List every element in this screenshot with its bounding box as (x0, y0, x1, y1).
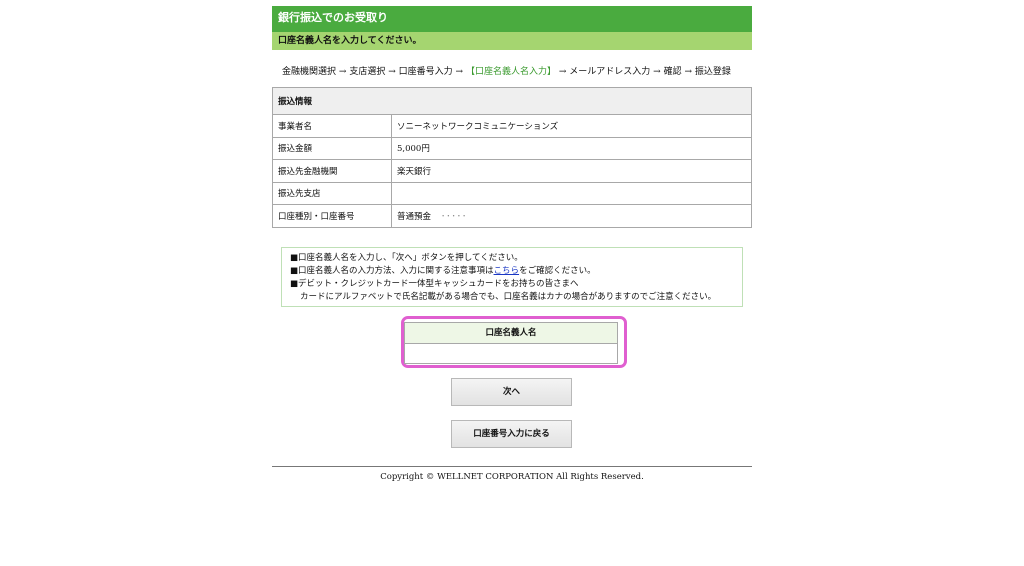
page-subtitle: 口座名義人名を入力してください。 (272, 32, 752, 50)
step-progress: 金融機関選択 → 支店選択 → 口座番号入力 → 【口座名義人名入力】 → メー… (272, 65, 752, 79)
masked-account-number: ･････ (441, 211, 468, 222)
row-value: 楽天銀行 (391, 159, 752, 183)
step-arrow: → (558, 67, 567, 77)
step-email: メールアドレス入力 (569, 67, 651, 77)
note-line: ■口座名義人名の入力方法、入力に関する注意事項はこちらをご確認ください。 (290, 265, 734, 278)
step-account-number: 口座番号入力 (398, 67, 453, 77)
table-row: 振込先支店 (272, 181, 752, 205)
back-to-account-number-button[interactable]: 口座番号入力に戻る (451, 420, 572, 448)
row-label: 事業者名 (272, 114, 392, 138)
note-line: カードにアルファベットで氏名記載がある場合でも、口座名義はカナの場合がありますの… (300, 292, 717, 302)
step-branch-select: 支店選択 (349, 67, 386, 77)
instruction-notes: ■口座名義人名を入力し、「次へ」ボタンを押してください。 ■口座名義人名の入力方… (281, 247, 743, 307)
account-holder-name-group: 口座名義人名 (404, 322, 618, 364)
transfer-info-table: 振込情報 事業者名 ソニーネットワークコミュニケーションズ 振込金額 5,000… (272, 87, 752, 228)
step-arrow: → (455, 67, 464, 77)
table-row: 振込先金融機関 楽天銀行 (272, 159, 752, 183)
step-arrow: → (653, 67, 661, 77)
row-value (391, 181, 752, 205)
step-register: 振込登録 (694, 67, 731, 77)
row-label: 振込金額 (272, 136, 392, 160)
row-value: ソニーネットワークコミュニケーションズ (391, 114, 752, 138)
account-holder-name-input[interactable] (405, 344, 617, 363)
step-confirm: 確認 (663, 67, 682, 77)
step-arrow: → (338, 67, 347, 77)
note-line: ■口座名義人名を入力し、「次へ」ボタンを押してください。 (290, 253, 523, 263)
note-text: ■口座名義人名の入力方法、入力に関する注意事項は (290, 266, 494, 276)
row-label: 口座種別・口座番号 (272, 204, 392, 228)
step-current-account-holder: 【口座名義人名入力】 (465, 67, 556, 77)
note-text: をご確認ください。 (519, 266, 596, 276)
transfer-info-heading: 振込情報 (272, 87, 752, 115)
note-line: ■デビット・クレジットカード一体型キャッシュカードをお持ちの皆さまへ (290, 279, 579, 289)
step-arrow: → (684, 67, 692, 77)
table-row: 事業者名 ソニーネットワークコミュニケーションズ (272, 114, 752, 138)
step-bank-select: 金融機関選択 (282, 67, 337, 77)
row-value: 普通預金 ･････ (391, 204, 752, 228)
page-title: 銀行振込でのお受取り (272, 6, 752, 32)
next-button[interactable]: 次へ (451, 378, 572, 406)
footer-divider (272, 466, 752, 467)
row-label: 振込先金融機関 (272, 159, 392, 183)
guidelines-link[interactable]: こちら (494, 266, 520, 276)
table-row: 口座種別・口座番号 普通預金 ･････ (272, 204, 752, 228)
copyright-text: Copyright © WELLNET CORPORATION All Righ… (380, 472, 644, 482)
row-label: 振込先支店 (272, 181, 392, 205)
account-type: 普通預金 (397, 211, 432, 222)
step-arrow: → (388, 67, 396, 77)
table-row: 振込金額 5,000円 (272, 136, 752, 160)
row-value: 5,000円 (391, 136, 752, 160)
page-container: 銀行振込でのお受取り 口座名義人名を入力してください。 金融機関選択 → 支店選… (272, 6, 752, 228)
account-holder-name-label: 口座名義人名 (405, 323, 617, 344)
